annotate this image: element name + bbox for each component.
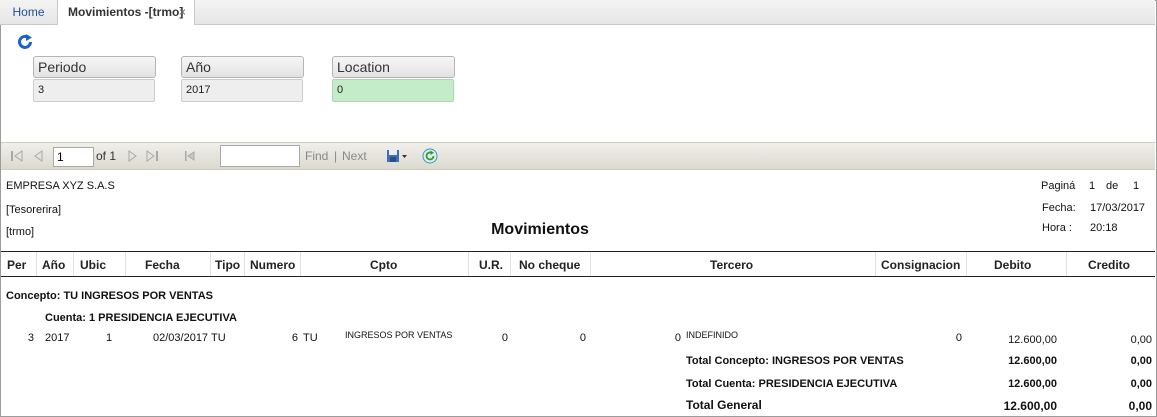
anio-label: Año xyxy=(181,56,304,78)
col-divider xyxy=(1066,252,1067,276)
fecha-value: 17/03/2017 xyxy=(1090,202,1146,214)
cell-tipo: TU xyxy=(211,332,226,344)
col-anio: Año xyxy=(42,258,66,272)
next-page-icon[interactable] xyxy=(125,149,139,163)
location-field[interactable]: 0 xyxy=(332,79,454,102)
page-number-input[interactable]: 1 xyxy=(53,147,94,167)
first-page-icon[interactable] xyxy=(10,149,24,163)
col-consignacion: Consignacion xyxy=(881,258,961,272)
total-cuenta-debito: 12.600,00 xyxy=(1008,378,1057,390)
cell-fecha: 02/03/2017 xyxy=(153,332,209,344)
col-divider xyxy=(210,252,211,276)
col-divider xyxy=(36,252,37,276)
col-divider xyxy=(875,252,876,276)
department-name: [Tesorerira] xyxy=(6,204,62,216)
tab-movimientos-label: Movimientos -[trmo] xyxy=(68,5,184,19)
de-label: de xyxy=(1106,180,1119,192)
cuenta-group-header: Cuenta: 1 PRESIDENCIA EJECUTIVA xyxy=(45,312,237,324)
cell-debito: 12.600,00 xyxy=(1008,334,1057,346)
total-concepto-credito: 0,00 xyxy=(1130,355,1152,367)
col-divider xyxy=(300,252,301,276)
header-top-rule xyxy=(1,251,1155,252)
refresh-icon[interactable] xyxy=(16,33,34,51)
col-fecha: Fecha xyxy=(145,258,180,272)
cell-ubic: 1 xyxy=(106,332,113,344)
total-cuenta-label: Total Cuenta: PRESIDENCIA EJECUTIVA xyxy=(686,378,898,390)
tab-bar: Home Movimientos -[trmo] × xyxy=(0,0,1155,25)
tab-close-icon[interactable]: × xyxy=(179,0,186,24)
cell-ur: 0 xyxy=(501,332,508,344)
concepto-group-header: Concepto: TU INGRESOS POR VENTAS xyxy=(6,290,213,302)
col-ubic: Ubic xyxy=(80,258,107,272)
total-general-label: Total General xyxy=(686,398,762,412)
col-divider xyxy=(125,252,126,276)
col-numero: Numero xyxy=(250,258,296,272)
cell-numero-tipo: TU xyxy=(303,332,318,344)
col-divider xyxy=(468,252,469,276)
cell-cheque: 0 xyxy=(579,332,586,344)
next-link[interactable]: Next xyxy=(342,143,367,169)
company-name: EMPRESA XYZ S.A.S xyxy=(6,180,115,192)
report-toolbar: 1 of 1 Find | Next xyxy=(1,142,1155,170)
col-divider xyxy=(73,252,74,276)
col-per: Per xyxy=(7,258,27,272)
col-divider xyxy=(590,252,591,276)
hora-value: 20:18 xyxy=(1090,222,1118,234)
periodo-field[interactable]: 3 xyxy=(33,79,155,102)
col-tipo: Tipo xyxy=(215,258,241,272)
fecha-label: Fecha: xyxy=(1042,202,1076,214)
cell-tercero-code: 0 xyxy=(674,332,681,344)
col-ur: U.R. xyxy=(479,258,503,272)
col-debito: Debito xyxy=(994,258,1032,272)
total-cuenta-credito: 0,00 xyxy=(1130,378,1152,390)
last-page-icon[interactable] xyxy=(145,149,159,163)
page-of-text: of 1 xyxy=(96,149,117,163)
pagina-total: 1 xyxy=(1133,180,1140,192)
back-to-parent-icon[interactable] xyxy=(183,149,197,163)
col-no-cheque: No cheque xyxy=(519,258,581,272)
cell-per: 3 xyxy=(27,332,34,344)
cell-credito: 0,00 xyxy=(1130,334,1152,346)
col-cpto: Cpto xyxy=(370,258,398,272)
total-general-debito: 12.600,00 xyxy=(1003,399,1057,413)
periodo-label: Periodo xyxy=(33,56,156,78)
report-title: Movimientos xyxy=(491,221,589,238)
report-code: [trmo] xyxy=(6,226,35,238)
tab-movimientos[interactable]: Movimientos -[trmo] × xyxy=(58,0,195,25)
toolbar-separator: | xyxy=(334,149,338,163)
total-concepto-debito: 12.600,00 xyxy=(1008,355,1057,367)
tab-home[interactable]: Home xyxy=(0,0,58,24)
col-credito: Credito xyxy=(1088,258,1130,272)
col-divider xyxy=(510,252,511,276)
cell-consignacion: 0 xyxy=(955,332,962,344)
col-tercero: Tercero xyxy=(710,258,754,272)
cell-tercero: INDEFINIDO xyxy=(686,330,739,340)
cell-cpto: INGRESOS POR VENTAS xyxy=(345,330,453,340)
header-bottom-rule xyxy=(1,276,1155,277)
total-concepto-label: Total Concepto: INGRESOS POR VENTAS xyxy=(686,355,904,367)
prev-page-icon[interactable] xyxy=(32,149,46,163)
pagina-number: 1 xyxy=(1089,180,1096,192)
anio-field[interactable]: 2017 xyxy=(181,79,303,102)
cell-numero: 6 xyxy=(291,332,298,344)
refresh-report-icon[interactable] xyxy=(422,148,438,164)
col-divider xyxy=(244,252,245,276)
total-general-credito: 0,00 xyxy=(1128,399,1152,413)
find-text-input[interactable] xyxy=(220,145,300,167)
location-label: Location xyxy=(332,56,455,78)
cell-anio: 2017 xyxy=(45,332,70,344)
export-save-icon[interactable] xyxy=(386,149,408,163)
hora-label: Hora : xyxy=(1042,222,1072,234)
pagina-label: Paginá xyxy=(1041,180,1076,192)
find-link[interactable]: Find xyxy=(305,143,328,169)
col-divider xyxy=(966,252,967,276)
